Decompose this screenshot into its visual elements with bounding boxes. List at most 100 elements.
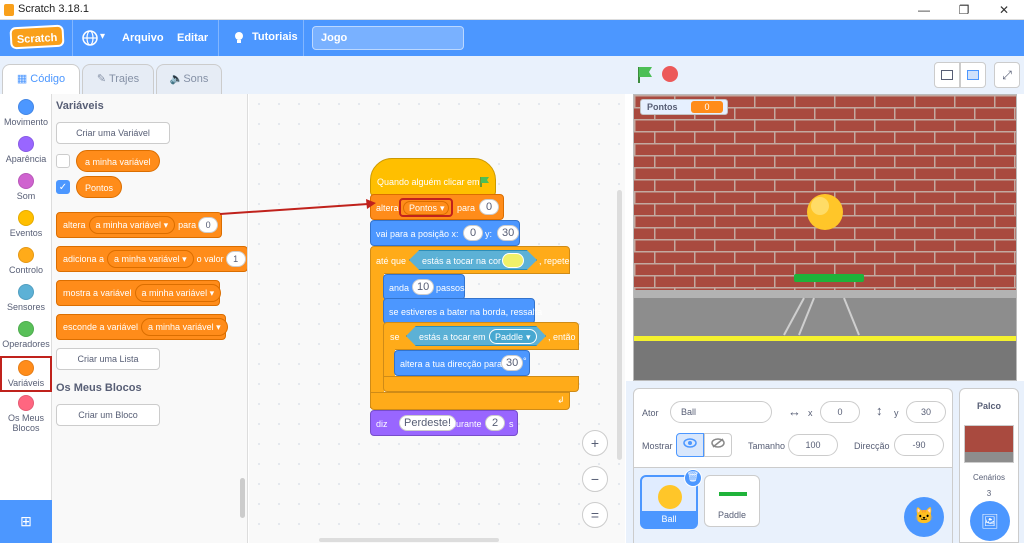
variable-dropdown[interactable]: a minha variável ▾ [134,284,222,302]
show-sprite-button[interactable] [676,433,704,457]
sprite-name-input[interactable]: Ball [670,401,772,423]
say-for-secs-block[interactable]: diz Perdeste! durante 2 s [370,410,518,436]
close-button[interactable]: ✕ [984,0,1024,20]
object-dropdown[interactable]: Paddle ▾ [489,329,537,344]
when-flag-clicked-hat-block[interactable]: Quando alguém clicar em [370,158,496,196]
eye-slash-icon [711,438,725,448]
small-stage-button[interactable] [934,62,960,88]
tab-code[interactable]: ▦ Código [2,64,80,95]
category-aparência[interactable]: Aparência [0,134,52,170]
direction-input[interactable]: -90 [894,434,944,456]
block-text: s [509,419,514,429]
palette-scrollbar[interactable] [240,478,245,518]
variable-dropdown[interactable]: a minha variável ▾ [107,250,194,268]
category-movimento[interactable]: Movimento [0,97,52,133]
color-swatch[interactable] [502,253,524,268]
message-input[interactable]: Perdeste! [399,415,457,431]
repeat-until-block[interactable]: até que estás a tocar na cor , repete [370,246,570,274]
fullscreen-button[interactable]: ⤢ [994,62,1020,88]
tab-costumes[interactable]: ✎ Trajes [82,64,154,94]
stop-button[interactable] [662,66,678,82]
set-pontos-block[interactable]: altera Pontos ▾ para 0 [370,194,504,220]
sprite-name-label: Ator [642,408,659,418]
make-list-button[interactable]: Criar uma Lista [56,348,160,370]
block-text: para [457,203,476,213]
go-to-xy-block[interactable]: vai para a posição x: 0 y: 30 [370,220,520,246]
change-variable-block[interactable]: adiciona aa minha variável ▾ o valor 1 [56,246,247,272]
variable-checkbox-checked[interactable]: ✓ [56,180,70,194]
category-eventos[interactable]: Eventos [0,208,52,244]
workspace-scrollbar-h[interactable] [319,538,499,542]
variable-dropdown[interactable]: a minha variável ▾ [88,216,176,234]
zoom-out-button[interactable]: − [582,466,608,492]
y-position-input[interactable]: 30 [906,401,946,423]
x-position-input[interactable]: 0 [820,401,860,423]
x-input[interactable]: 0 [463,225,483,241]
repeat-until-bottom: ↲ [370,392,570,410]
delete-sprite-button[interactable]: 🗑 [684,469,702,487]
variable-checkbox[interactable] [56,154,70,168]
hide-sprite-button[interactable] [704,433,732,457]
code-workspace[interactable]: Quando alguém clicar em altera Pontos ▾ … [249,94,625,543]
y-label: y [894,408,899,418]
if-then-block[interactable]: se estás a tocar em Paddle ▾ , então [383,322,579,350]
zoom-reset-button[interactable]: = [582,502,608,528]
tab-sounds[interactable]: 🔈Sons [156,64,222,94]
size-input[interactable]: 100 [788,434,838,456]
add-sprite-button[interactable]: 🐱 [904,497,944,537]
value-input[interactable]: 0 [198,217,219,233]
category-controlo[interactable]: Controlo [0,245,52,281]
block-text: durante [451,419,482,429]
variable-reporter[interactable]: a minha variável [76,150,160,172]
file-menu[interactable]: Arquivo [122,32,164,44]
zoom-in-button[interactable]: + [582,430,608,456]
category-os-meus-blocos[interactable]: Os Meus Blocos [0,393,52,433]
sprite-tile-ball[interactable]: Ball 🗑 [640,469,702,529]
category-operadores[interactable]: Operadores [0,319,52,355]
project-title-input[interactable]: Jogo [312,26,464,50]
value-input[interactable]: 10 [412,279,435,295]
add-backdrop-button[interactable]: 🖼 [970,501,1010,541]
value-input[interactable]: 30 [501,355,524,371]
variable-reporter-pontos[interactable]: Pontos [76,176,123,198]
variable-monitor[interactable]: Pontos 0 [640,99,728,115]
stage-selector[interactable]: Palco Cenários 3 🖼 [959,388,1019,543]
menu-divider [303,20,304,56]
point-in-direction-block[interactable]: altera a tua direcção para 30 ° [394,350,530,376]
hide-variable-block[interactable]: esconde a variável a minha variável ▾ [56,314,228,340]
edit-menu[interactable]: Editar [177,32,208,44]
move-steps-block[interactable]: anda 10 passos [383,274,465,300]
show-variable-block[interactable]: mostra a variável a minha variável ▾ [56,280,222,306]
add-extension-button[interactable]: ⊞ [0,500,52,543]
dropdown-value: a minha variável [95,220,162,230]
category-som[interactable]: Som [0,171,52,207]
seconds-input[interactable]: 2 [485,415,505,431]
dropdown-value: a minha variável [148,322,214,332]
workspace-scrollbar-v[interactable] [617,190,622,460]
bounce-on-edge-block[interactable]: se estiveres a bater na borda, ressalta [383,298,542,324]
scratch-logo[interactable]: Scratch [9,24,65,50]
touching-color-block[interactable]: estás a tocar na cor [409,250,537,270]
value-input[interactable]: 0 [479,199,499,215]
pontos-dropdown[interactable]: Pontos ▾ [399,198,453,217]
tutorials-menu[interactable]: Tutoriais [232,30,298,46]
variable-dropdown[interactable]: a minha variável ▾ [141,318,228,336]
y-input[interactable]: 30 [497,225,520,241]
green-flag-icon[interactable] [636,65,656,85]
stage-canvas[interactable]: Pontos 0 [633,94,1017,381]
make-variable-button[interactable]: Criar uma Variável [56,122,170,144]
sprite-tile-paddle[interactable]: Paddle [704,475,760,527]
maximize-button[interactable]: ❐ [944,0,984,20]
block-text: até que [376,256,407,266]
set-variable-block[interactable]: altera a minha variável ▾ para 0 [56,212,222,238]
language-menu[interactable]: ▾ [82,29,108,47]
value-input[interactable]: 1 [225,251,246,267]
touching-object-block[interactable]: estás a tocar em Paddle ▾ [406,326,546,346]
category-sensores[interactable]: Sensores [0,282,52,318]
minimize-button[interactable]: — [904,0,944,20]
make-block-button[interactable]: Criar um Bloco [56,404,160,426]
large-stage-button[interactable] [960,62,986,88]
chevron-down-icon: ▾ [163,220,169,230]
category-color-dot [18,173,34,189]
category-variáveis[interactable]: Variáveis [0,356,52,392]
